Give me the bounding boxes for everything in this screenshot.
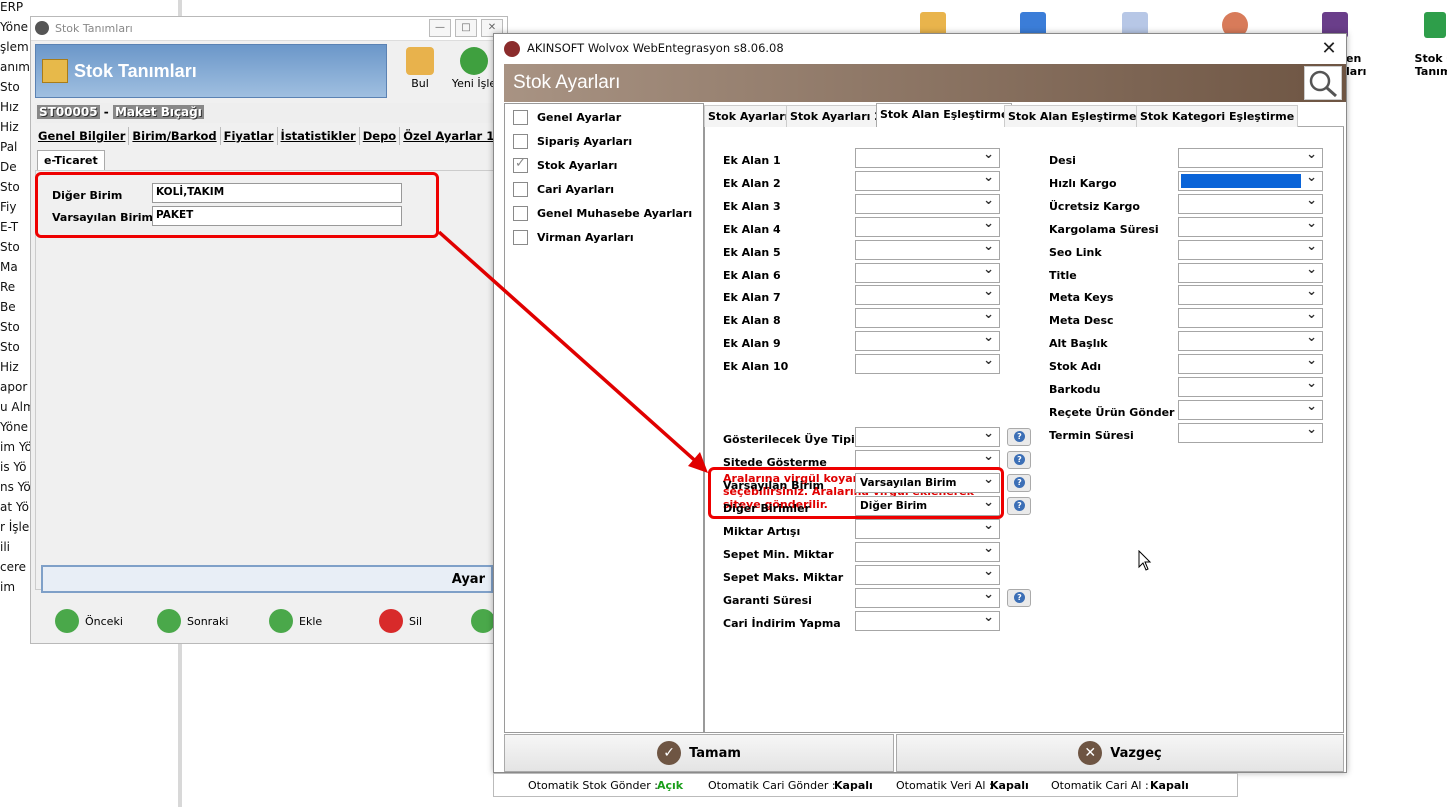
annotation-arrow <box>437 230 708 473</box>
mouse-cursor-icon <box>1138 550 1152 571</box>
